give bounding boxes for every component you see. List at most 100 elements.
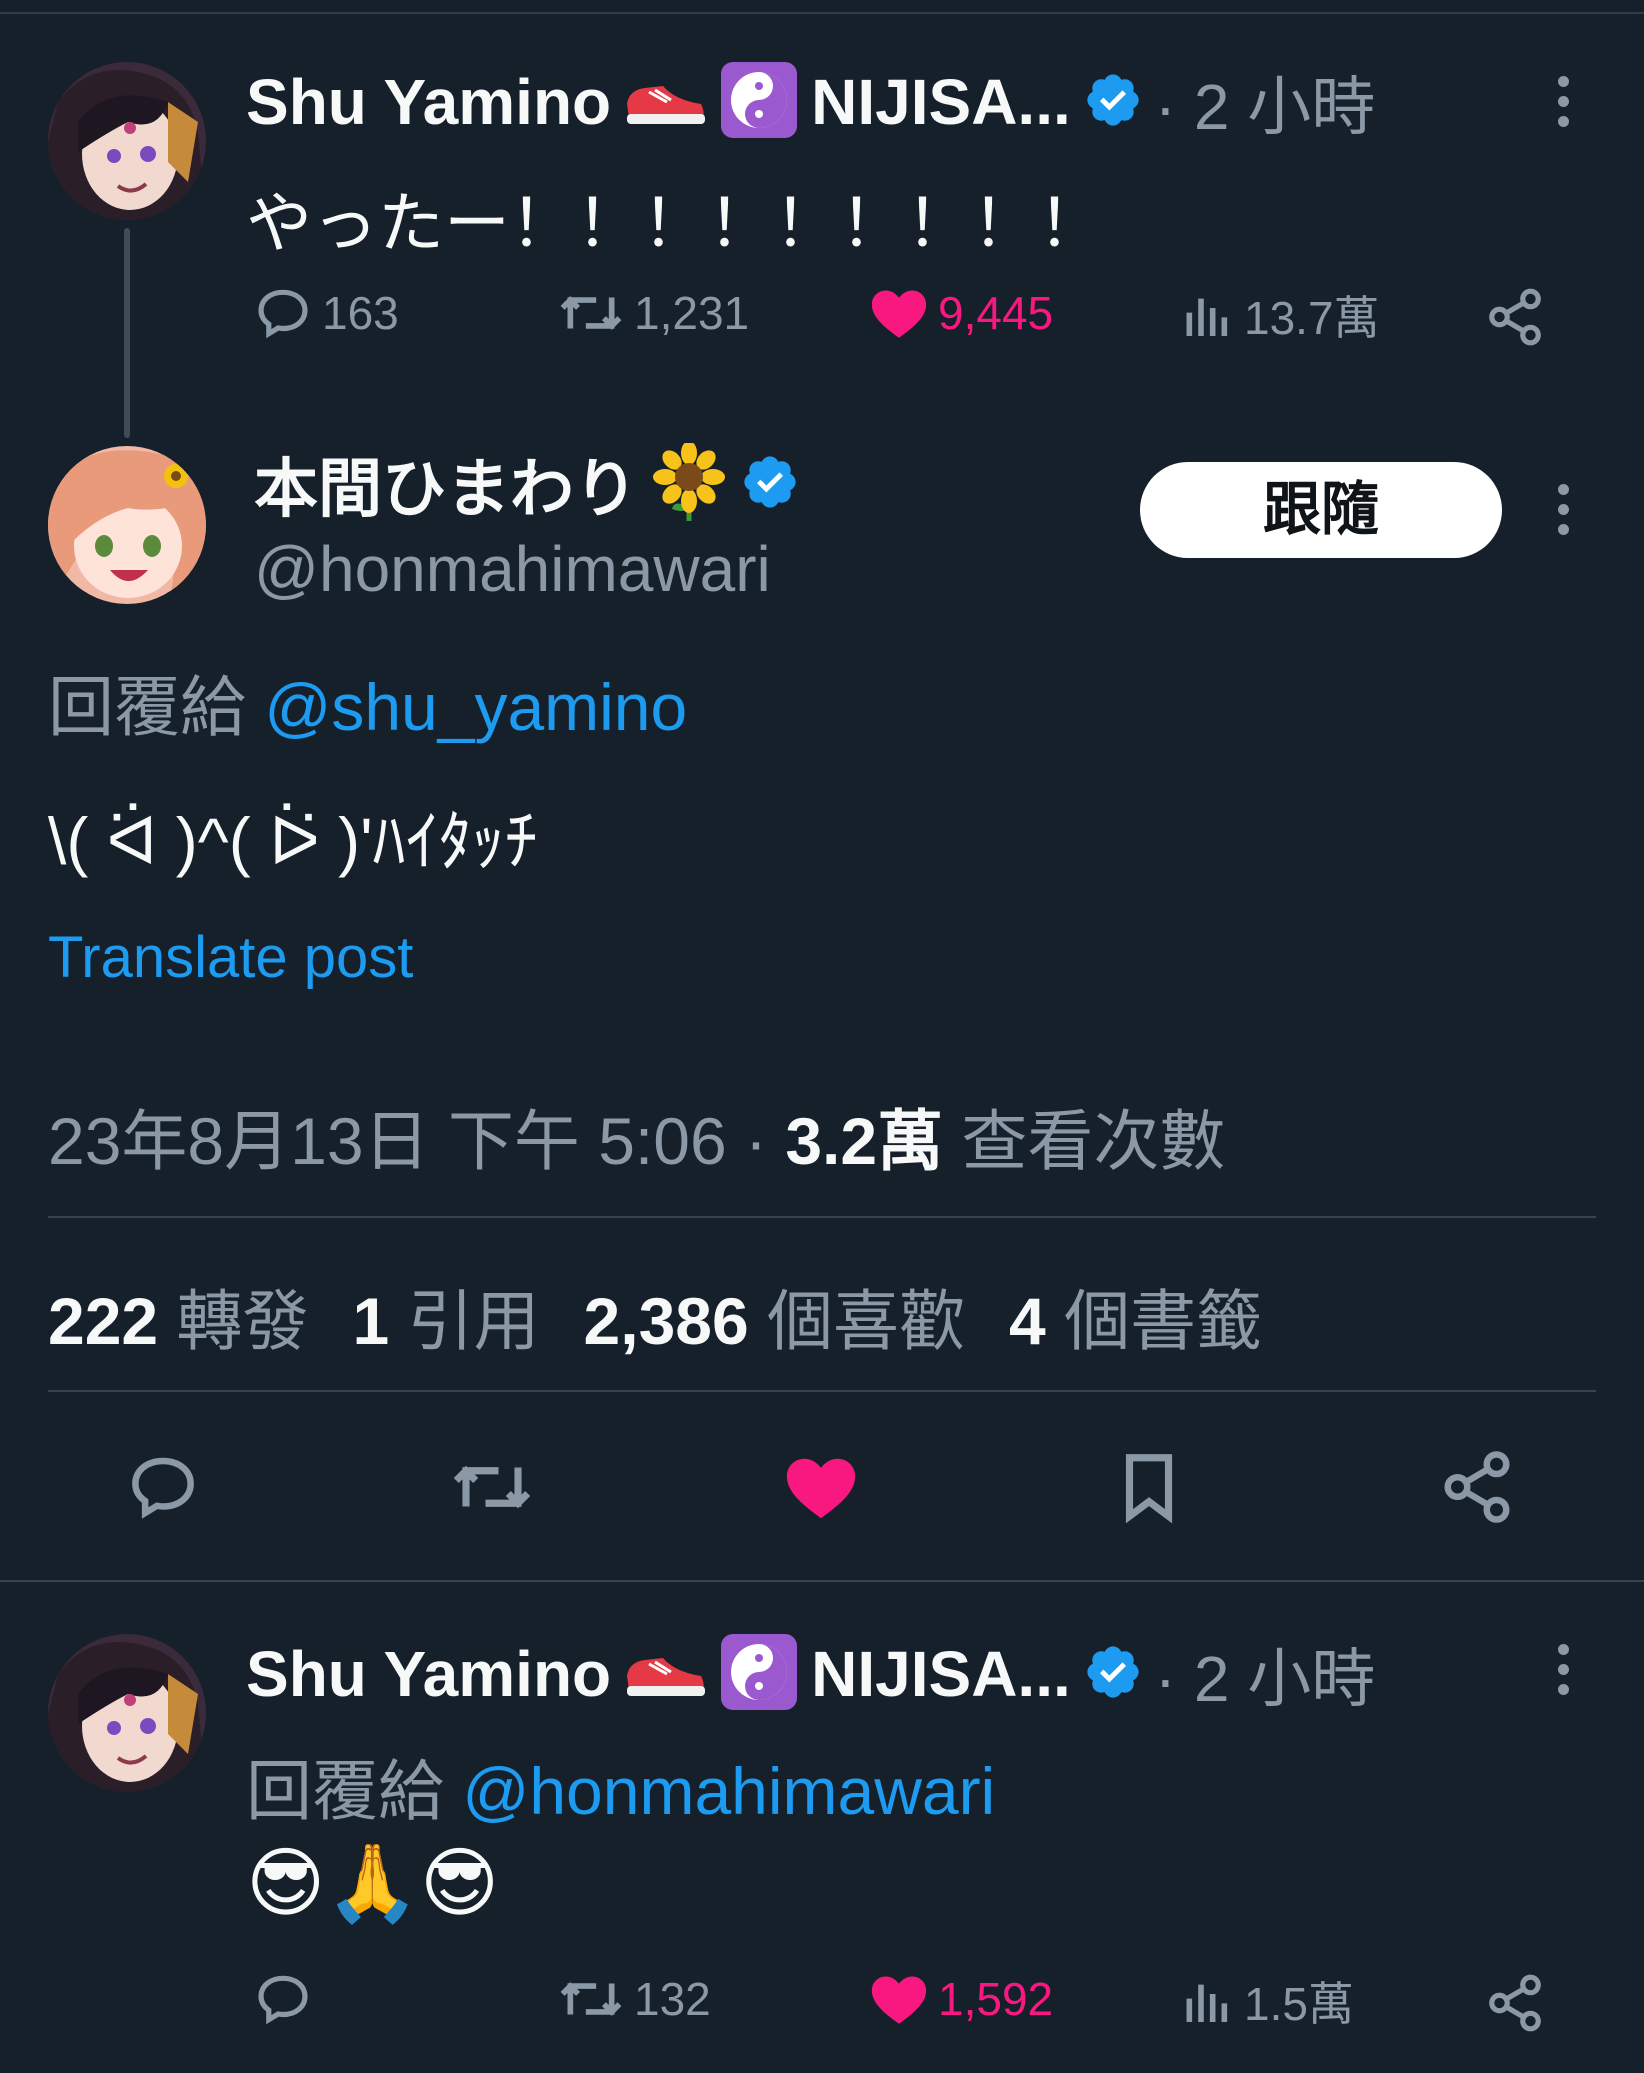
kebab-icon[interactable]	[1558, 1644, 1570, 1704]
display-name-suffix: NIJISA...	[811, 66, 1071, 138]
tweet-text: \( ᐛ )^( ᐖ )ʹﾊｲﾀｯﾁ	[48, 804, 538, 878]
share-button[interactable]	[1438, 1448, 1516, 1531]
bookmarks-stat[interactable]: 4 個書籤	[1009, 1284, 1262, 1358]
retweet-count: 132	[634, 1973, 711, 2025]
tweet-1-header: Shu Yamino NIJISA... · 2 小時	[246, 60, 1375, 145]
divider	[48, 1390, 1596, 1392]
heart-icon	[871, 1976, 927, 2024]
retweet-count: 1,231	[634, 287, 750, 339]
avatar-shu-image	[48, 62, 206, 220]
share-icon	[1444, 1451, 1510, 1523]
views-value: 3.2萬	[785, 1104, 944, 1178]
verified-badge-icon	[740, 452, 800, 517]
sunflower-emoji	[652, 440, 726, 526]
display-name[interactable]: Shu Yamino	[246, 1637, 611, 1711]
translate-post-link[interactable]: Translate post	[48, 924, 413, 991]
avatar-shu[interactable]	[48, 62, 206, 220]
verified-badge-icon	[1083, 70, 1143, 135]
like-count: 9,445	[938, 287, 1054, 339]
user-handle[interactable]: @honmahimawari	[254, 532, 771, 606]
retweets-stat[interactable]: 222 轉發	[48, 1284, 308, 1358]
likes-value: 2,386	[583, 1284, 749, 1358]
tweet-datetime[interactable]: 23年8月13日 下午 5:06	[48, 1104, 727, 1178]
reply-button[interactable]	[124, 1448, 202, 1531]
quotes-value: 1	[352, 1284, 390, 1358]
main-tweet-header: 本間ひまわり	[254, 440, 800, 526]
display-name[interactable]: Shu Yamino	[246, 65, 611, 139]
bookmarks-value: 4	[1009, 1284, 1046, 1358]
reply-handle-link[interactable]: @shu_yamino	[264, 670, 687, 744]
heart-icon	[786, 1458, 856, 1519]
views-button[interactable]: 13.7萬	[1180, 282, 1380, 348]
tweet-meta: 23年8月13日 下午 5:06 · 3.2萬 查看次數	[48, 1088, 1225, 1184]
reply-to-line: 回覆給 @honmahimawari	[246, 1738, 995, 1834]
avatar-shu[interactable]	[48, 1634, 206, 1792]
views-icon	[1186, 1984, 1228, 2022]
reply-handle-link[interactable]: @honmahimawari	[462, 1754, 995, 1828]
like-button[interactable]: 9,445	[868, 282, 1053, 344]
views-label: 查看次數	[943, 1104, 1226, 1178]
divider	[48, 1216, 1596, 1218]
bookmarks-label: 個書籤	[1045, 1284, 1263, 1358]
verified-badge-icon	[1083, 1642, 1143, 1707]
avatar-himawari-image	[48, 446, 206, 604]
engagement-stats: 222 轉發 1 引用 2,386 個喜歡 4 個書籤	[48, 1268, 1306, 1364]
bookmark-button[interactable]	[1110, 1448, 1188, 1531]
reply-button[interactable]: 163	[252, 282, 399, 344]
quotes-stat[interactable]: 1 引用	[352, 1284, 539, 1358]
views-count: 13.7萬	[1244, 292, 1380, 344]
reply-button[interactable]	[252, 1968, 322, 2030]
reply-count: 163	[322, 287, 399, 339]
retweet-icon	[560, 296, 622, 330]
tweet-3-header: Shu Yamino NIJISA... · 2 小時	[246, 1632, 1375, 1717]
views-button[interactable]: 1.5萬	[1180, 1968, 1354, 2034]
likes-stat[interactable]: 2,386 個喜歡	[584, 1284, 966, 1358]
meta-dot: ·	[726, 1104, 786, 1178]
sneaker-emoji	[623, 70, 707, 135]
retweet-icon	[560, 1982, 622, 2016]
reply-to-line: 回覆給 @shu_yamino	[48, 654, 687, 750]
reply-prefix: 回覆給	[48, 670, 265, 744]
retweet-icon	[453, 1465, 531, 1509]
bookmark-icon	[1125, 1454, 1173, 1524]
tweet-text: 😎🙏😎	[246, 1841, 500, 1926]
share-icon	[1489, 288, 1541, 346]
tweet-time[interactable]: · 2 小時	[1155, 56, 1375, 148]
like-button[interactable]	[782, 1448, 860, 1531]
like-button[interactable]: 1,592	[868, 1968, 1053, 2030]
retweets-label: 轉發	[158, 1284, 309, 1358]
kebab-icon[interactable]	[1558, 484, 1570, 544]
display-name[interactable]: 本間ひまわり	[254, 438, 638, 530]
top-divider	[0, 12, 1644, 14]
reply-icon	[258, 289, 308, 339]
heart-icon	[871, 290, 927, 338]
views-count: 1.5萬	[1244, 1978, 1354, 2030]
reply-icon	[132, 1457, 194, 1519]
retweets-value: 222	[48, 1284, 159, 1358]
share-button[interactable]	[1484, 286, 1546, 353]
retweet-button[interactable]: 132	[556, 1968, 711, 2030]
tweet-text: やったー！！！！！！！！！	[246, 186, 1104, 260]
thread-connector	[124, 228, 130, 438]
share-icon	[1489, 1974, 1541, 2032]
avatar-shu-image	[48, 1634, 206, 1792]
likes-label: 個喜歡	[748, 1284, 966, 1358]
yin-yang-emoji	[719, 1632, 799, 1717]
share-button[interactable]	[1484, 1972, 1546, 2039]
like-count: 1,592	[938, 1973, 1054, 2025]
display-name-suffix: NIJISA...	[811, 1638, 1071, 1710]
reply-prefix: 回覆給	[246, 1754, 463, 1828]
tweet-time[interactable]: · 2 小時	[1155, 1628, 1375, 1720]
follow-button[interactable]: 跟隨	[1140, 462, 1502, 558]
retweet-button[interactable]	[448, 1448, 536, 1531]
quotes-label: 引用	[389, 1284, 540, 1358]
avatar-himawari[interactable]	[48, 446, 206, 604]
retweet-button[interactable]: 1,231	[556, 282, 749, 344]
views-icon	[1186, 298, 1228, 336]
yin-yang-emoji	[719, 60, 799, 145]
divider	[0, 1580, 1644, 1582]
sneaker-emoji	[623, 1642, 707, 1707]
reply-icon	[258, 1975, 308, 2025]
tweet-1[interactable]: Shu Yamino NIJISA... · 2 小時 やったー！！！！！！！！…	[0, 20, 1644, 438]
kebab-icon[interactable]	[1558, 76, 1570, 136]
